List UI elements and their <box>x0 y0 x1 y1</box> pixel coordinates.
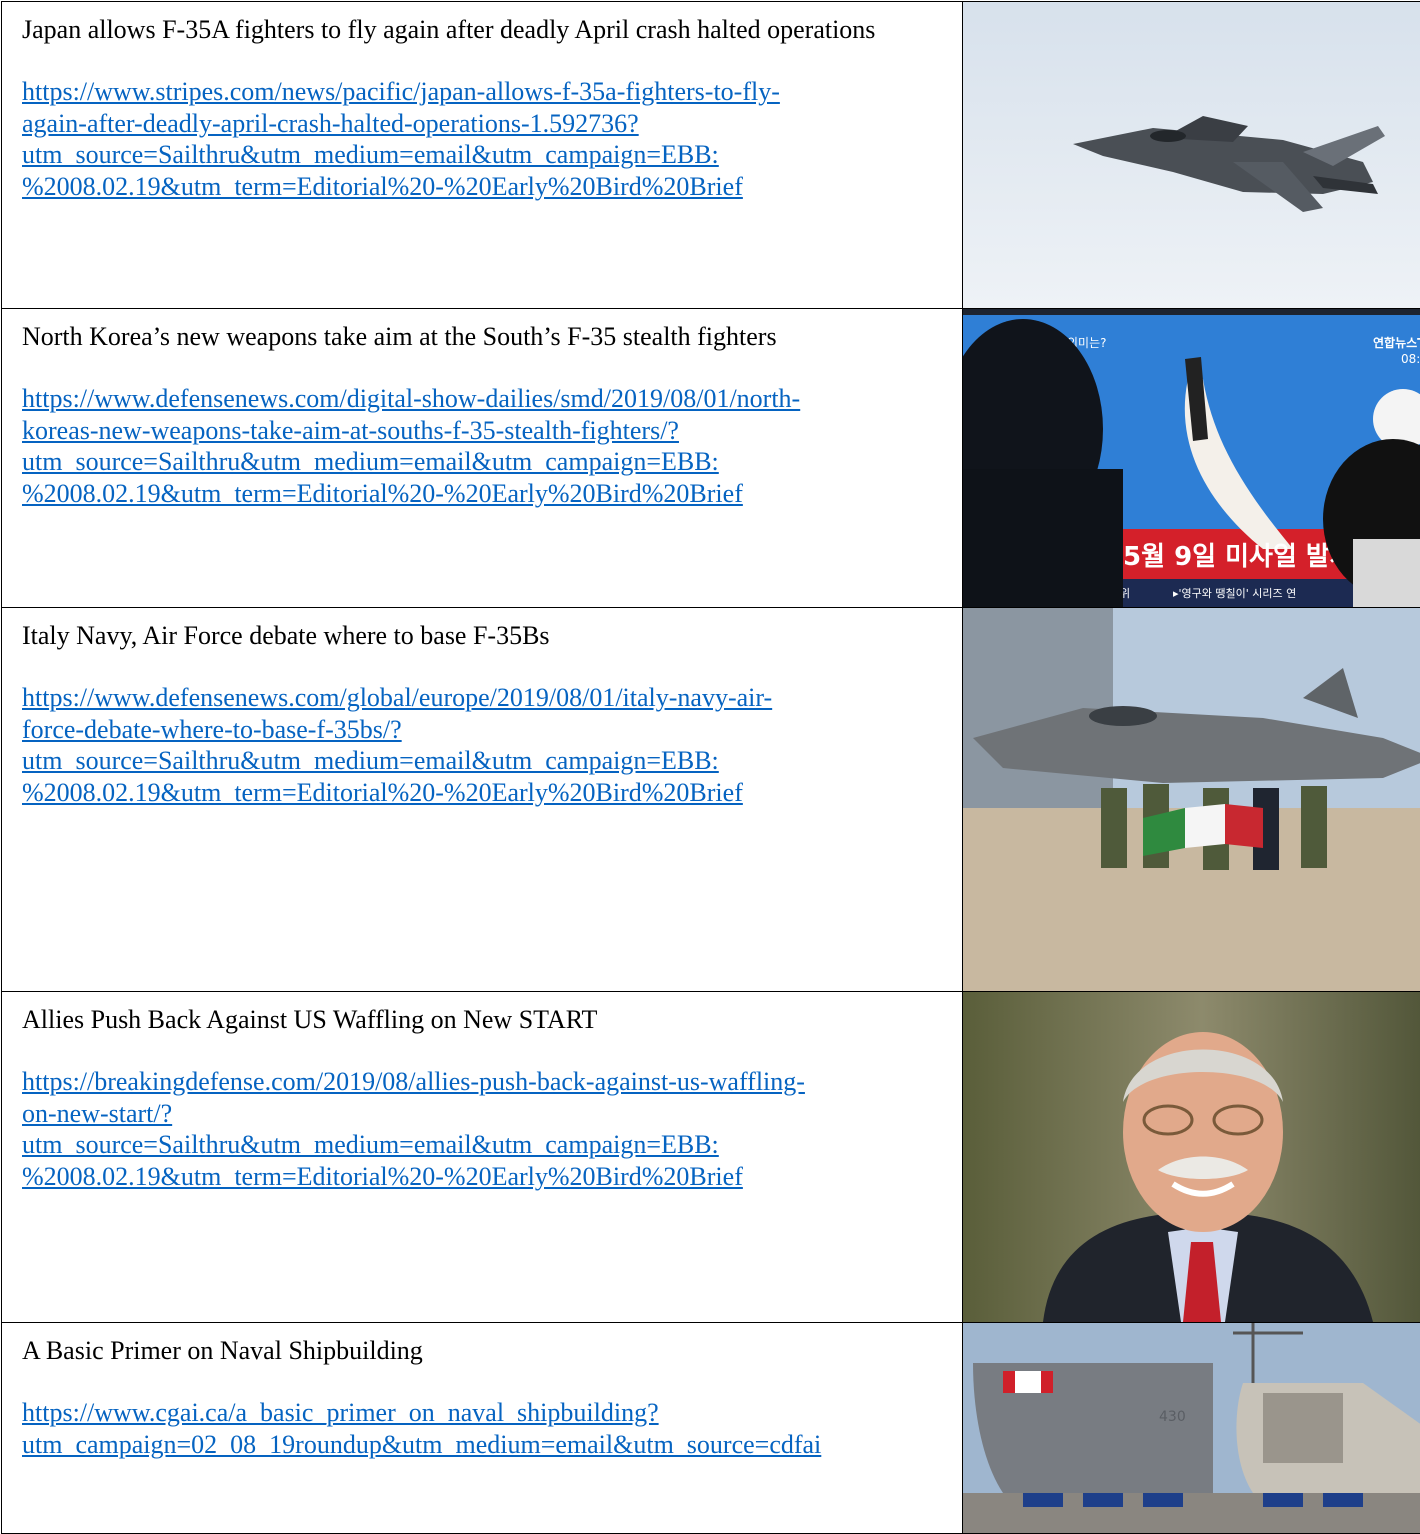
portrait-man-with-mustache-photo <box>963 992 1420 1322</box>
f-35a-jet-in-sky-photo <box>963 2 1420 308</box>
article-text-cell: North Korea’s new weapons take aim at th… <box>2 309 963 608</box>
article-image-cell: 의미는? 연합뉴스TV 08:51 5월 9일 미사일 발사 후 1위 ▸'영구… <box>963 309 1420 608</box>
svg-text:430: 430 <box>1159 1409 1186 1425</box>
article-title: Japan allows F-35A fighters to fly again… <box>22 14 942 45</box>
article-text-cell: A Basic Primer on Naval Shipbuilding htt… <box>2 1323 963 1534</box>
article-link[interactable]: https://www.defensenews.com/digital-show… <box>22 383 942 509</box>
articles-table: Japan allows F-35A fighters to fly again… <box>1 1 1420 1534</box>
ship-hull-modules-photo: 430 <box>963 1323 1420 1533</box>
article-image-cell <box>963 608 1420 992</box>
article-row: Japan allows F-35A fighters to fly again… <box>2 2 1420 309</box>
article-image-cell: 430 <box>963 1323 1420 1534</box>
article-title: Allies Push Back Against US Waffling on … <box>22 1004 942 1035</box>
article-text-cell: Japan allows F-35A fighters to fly again… <box>2 2 963 309</box>
svg-text:연합뉴스TV: 연합뉴스TV <box>1373 335 1420 350</box>
article-title: Italy Navy, Air Force debate where to ba… <box>22 620 942 651</box>
article-row: North Korea’s new weapons take aim at th… <box>2 309 1420 608</box>
article-text-cell: Italy Navy, Air Force debate where to ba… <box>2 608 963 992</box>
svg-text:08:51: 08:51 <box>1401 352 1420 366</box>
article-image-cell <box>963 992 1420 1323</box>
article-text-cell: Allies Push Back Against US Waffling on … <box>2 992 963 1323</box>
article-row: Italy Navy, Air Force debate where to ba… <box>2 608 1420 992</box>
article-link[interactable]: https://www.stripes.com/news/pacific/jap… <box>22 76 942 202</box>
article-image-cell <box>963 2 1420 309</box>
article-link[interactable]: https://www.defensenews.com/global/europ… <box>22 682 942 808</box>
article-link[interactable]: https://breakingdefense.com/2019/08/alli… <box>22 1066 942 1192</box>
article-title: A Basic Primer on Naval Shipbuilding <box>22 1335 942 1366</box>
article-row: A Basic Primer on Naval Shipbuilding htt… <box>2 1323 1420 1534</box>
tv-missile-launch-photo: 의미는? 연합뉴스TV 08:51 5월 9일 미사일 발사 후 1위 ▸'영구… <box>963 309 1420 607</box>
article-link[interactable]: https://www.cgai.ca/a_basic_primer_on_na… <box>22 1397 942 1460</box>
italian-pilots-with-f-35b-photo <box>963 608 1420 991</box>
article-row: Allies Push Back Against US Waffling on … <box>2 992 1420 1323</box>
article-title: North Korea’s new weapons take aim at th… <box>22 321 942 352</box>
svg-text:▸'영구와 땡칠이' 시리즈 연: ▸'영구와 땡칠이' 시리즈 연 <box>1173 587 1296 600</box>
